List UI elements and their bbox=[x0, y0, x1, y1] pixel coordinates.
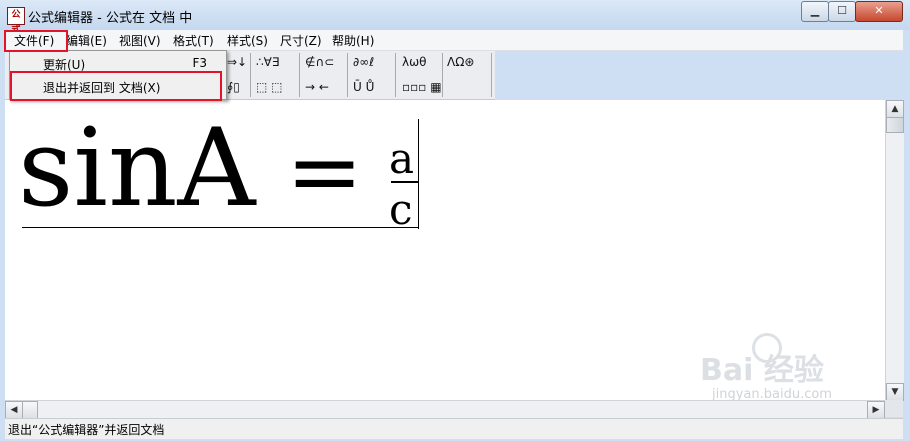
arrow-right-icon: ▶ bbox=[872, 405, 880, 415]
toolbar-integrals[interactable]: ∮▯ bbox=[227, 80, 240, 94]
formula-numerator[interactable]: a bbox=[389, 134, 414, 184]
formula-equals[interactable]: = bbox=[286, 112, 363, 232]
menu-help[interactable]: 帮助(H) bbox=[332, 32, 374, 49]
toolbar-separator bbox=[442, 53, 443, 97]
minimize-button[interactable]: ▁ bbox=[801, 1, 829, 22]
menu-item-update-shortcut: F3 bbox=[192, 56, 207, 70]
app-icon: 公式 bbox=[7, 7, 25, 35]
window-title: 公式编辑器 - 公式在 文档 中 bbox=[28, 11, 193, 26]
scrollbar-corner bbox=[885, 400, 903, 417]
insertion-underline bbox=[22, 227, 418, 228]
toolbar-accents[interactable]: Ū Ů bbox=[353, 80, 374, 94]
fraction-bar bbox=[391, 181, 418, 183]
title-bar: 公式 公式编辑器 - 公式在 文档 中 ▁ ☐ ✕ bbox=[0, 0, 910, 35]
menu-bar: 文件(F) 编辑(E) 视图(V) 格式(T) 样式(S) 尺寸(Z) 帮助(H… bbox=[5, 30, 903, 51]
toolbar-arrows[interactable]: ⇒↓ bbox=[227, 55, 247, 69]
menu-edit[interactable]: 编辑(E) bbox=[66, 32, 107, 49]
vertical-scrollbar[interactable]: ▲ ▼ bbox=[885, 100, 904, 401]
maximize-button[interactable]: ☐ bbox=[828, 1, 856, 22]
toolbar-separator bbox=[395, 53, 396, 97]
toolbar-logic[interactable]: ∴∀∃ bbox=[256, 55, 279, 69]
toolbar-separator bbox=[299, 53, 300, 97]
exit-item-highlight bbox=[10, 71, 222, 101]
toolbar-separator bbox=[250, 53, 251, 97]
menu-format[interactable]: 格式(T) bbox=[173, 32, 214, 49]
status-bar: 退出“公式编辑器”并返回文档 bbox=[5, 418, 903, 439]
menu-size[interactable]: 尺寸(Z) bbox=[280, 32, 322, 49]
file-menu-highlight bbox=[4, 30, 68, 52]
arrow-up-icon: ▲ bbox=[891, 104, 899, 114]
watermark-brand: Bai 经验 bbox=[700, 353, 824, 388]
maximize-icon: ☐ bbox=[837, 4, 847, 17]
toolbar-greek-upper[interactable]: ΛΩ⊛ bbox=[447, 55, 474, 69]
menu-view[interactable]: 视图(V) bbox=[119, 32, 161, 49]
scroll-left-button[interactable]: ◀ bbox=[5, 401, 23, 419]
equation-editor-window: 公式 公式编辑器 - 公式在 文档 中 ▁ ☐ ✕ 文件(F) 编辑(E) 视图… bbox=[0, 0, 910, 441]
menu-style[interactable]: 样式(S) bbox=[227, 32, 268, 49]
scroll-up-button[interactable]: ▲ bbox=[886, 100, 904, 118]
toolbar-separator bbox=[491, 53, 492, 97]
formula-lhs[interactable]: sinA bbox=[18, 104, 256, 234]
toolbar-sets[interactable]: ∉∩⊂ bbox=[305, 55, 334, 69]
close-button[interactable]: ✕ bbox=[855, 1, 903, 22]
arrow-left-icon: ◀ bbox=[10, 405, 18, 415]
close-icon: ✕ bbox=[874, 4, 884, 17]
insertion-caret bbox=[418, 119, 419, 229]
minimize-icon: ▁ bbox=[810, 4, 820, 17]
status-text: 退出“公式编辑器”并返回文档 bbox=[8, 423, 165, 437]
arrow-down-icon: ▼ bbox=[891, 387, 899, 397]
toolbar-arrow-labels[interactable]: → ← bbox=[305, 80, 329, 94]
scroll-right-button[interactable]: ▶ bbox=[867, 401, 885, 419]
horizontal-scrollbar[interactable]: ◀ ▶ bbox=[5, 400, 885, 419]
vertical-scroll-thumb[interactable] bbox=[886, 117, 904, 133]
toolbar-boxes[interactable]: ⬚ ⬚ bbox=[256, 80, 283, 94]
toolbar-matrices[interactable]: ▫▫▫ ▦ bbox=[402, 80, 442, 94]
horizontal-scroll-thumb[interactable] bbox=[22, 401, 38, 419]
scroll-down-button[interactable]: ▼ bbox=[886, 383, 904, 401]
toolbar-separator bbox=[347, 53, 348, 97]
toolbar-calculus[interactable]: ∂∞ℓ bbox=[353, 55, 374, 69]
toolbar-greek-lower[interactable]: λωθ bbox=[402, 55, 427, 69]
